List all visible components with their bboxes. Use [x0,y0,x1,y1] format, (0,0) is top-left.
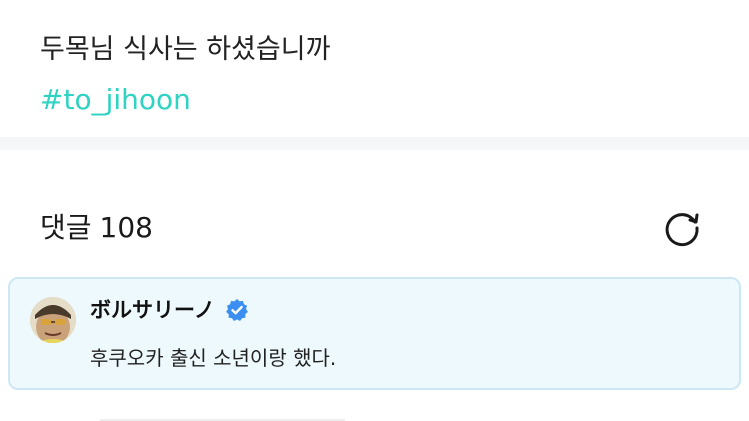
comments-title: 댓글 108 [40,208,153,248]
comments-header: 댓글 108 [0,150,749,275]
comment-author[interactable]: ボルサリーノ [90,295,249,325]
avatar[interactable] [30,297,76,343]
post-text: 두목님 식사는 하셨습니까 [40,34,331,65]
comment-text: 후쿠오카 출신 소년이랑 했다. [90,346,337,370]
section-divider [0,137,749,150]
verified-badge-icon [225,298,249,322]
comments-count: 108 [99,211,153,244]
hashtag-link[interactable]: #to_jihoon [40,80,191,120]
comment-card[interactable]: ボルサリーノ 후쿠오카 출신 소년이랑 했다. [8,277,741,390]
post-body: 두목님 식사는 하셨습니까 #to_jihoon [0,0,749,137]
comments-label: 댓글 [40,211,92,244]
refresh-button[interactable] [661,208,703,248]
author-name: ボルサリーノ [90,298,215,322]
avatar-image [30,297,76,343]
refresh-icon [665,213,699,247]
